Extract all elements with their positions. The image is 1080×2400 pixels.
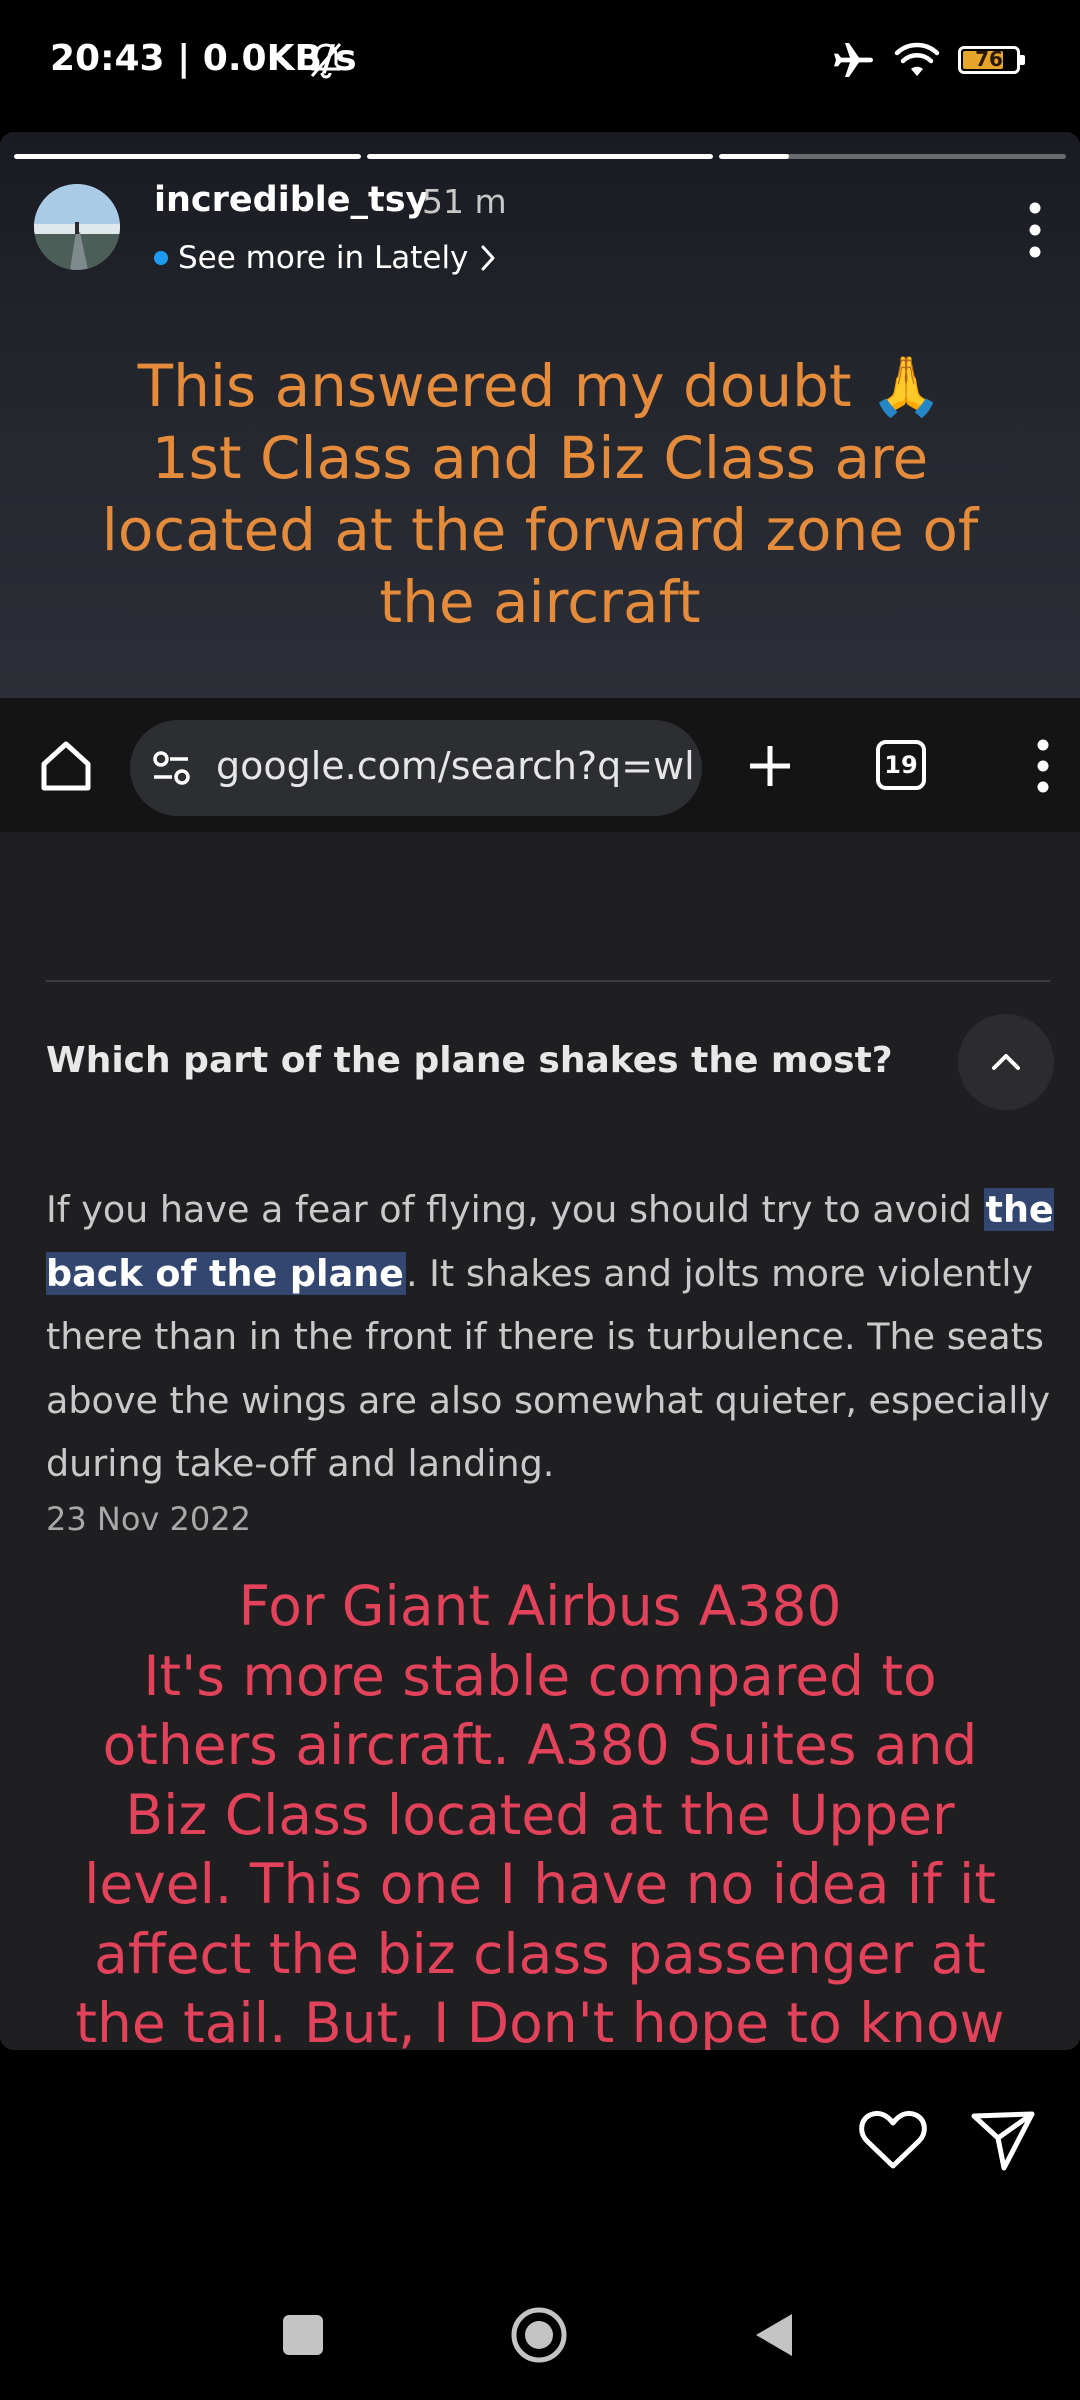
- unseen-dot: [154, 251, 168, 265]
- story-caption-top: This answered my doubt 🙏 1st Class and Bi…: [80, 350, 1000, 638]
- progress-fill: [719, 154, 789, 159]
- tab-count-icon: 19: [876, 740, 926, 790]
- battery-level: 76: [975, 47, 1003, 71]
- bell-off-icon: [310, 43, 342, 79]
- back-icon[interactable]: [752, 2310, 796, 2360]
- progress-fill: [366, 154, 714, 159]
- status-icons: 76: [832, 38, 1025, 82]
- browser-menu-icon: [1037, 739, 1049, 793]
- home-icon: [41, 741, 91, 791]
- story-progress: [14, 154, 1067, 159]
- site-settings-icon: [153, 751, 190, 785]
- caption-line: It's more stable compared to others airc…: [75, 1643, 1005, 2051]
- divider: [46, 980, 1050, 982]
- story-progress-segment: [366, 154, 714, 159]
- story-progress-segment: [719, 154, 1067, 159]
- caption-line: For Giant Airbus A380: [238, 1574, 842, 1638]
- story-header-area: incredible_tsy 51 m See more in Lately T…: [0, 132, 1080, 698]
- story-username[interactable]: incredible_tsy: [154, 180, 428, 220]
- story-card[interactable]: incredible_tsy 51 m See more in Lately T…: [0, 132, 1080, 2050]
- avatar-image: [34, 184, 120, 270]
- story-caption-bottom: For Giant Airbus A380 It's more stable co…: [60, 1572, 1020, 2050]
- status-bar: 20:43 | 0.0KB/s 76: [0, 0, 1080, 124]
- new-tab-icon: [750, 746, 790, 786]
- url-text: google.com/search?q=wl: [216, 744, 695, 788]
- recents-icon[interactable]: [283, 2315, 323, 2355]
- progress-fill: [14, 154, 361, 159]
- story-time-ago: 51 m: [422, 182, 507, 221]
- see-more-link[interactable]: See more in Lately: [154, 236, 498, 280]
- home-button-icon[interactable]: [510, 2306, 568, 2364]
- answer-text-before: If you have a fear of flying, you should…: [46, 1188, 984, 1231]
- search-result: Which part of the plane shakes the most?…: [0, 832, 1080, 2050]
- chevron-up-icon: [992, 1054, 1020, 1070]
- send-icon[interactable]: [970, 2108, 1036, 2172]
- battery-icon: 76: [958, 46, 1025, 74]
- avatar[interactable]: [34, 184, 120, 270]
- story-progress-segment: [14, 154, 361, 159]
- airplane-icon: [834, 43, 873, 77]
- heart-icon[interactable]: [858, 2108, 928, 2172]
- browser-toolbar: google.com/search?q=wl 19: [0, 698, 1080, 834]
- wifi-icon: [894, 42, 940, 76]
- address-bar: google.com/search?q=wl: [130, 720, 702, 816]
- caption-line: This answered my doubt 🙏: [137, 352, 943, 420]
- answer-text: If you have a fear of flying, you should…: [46, 1178, 1056, 1496]
- caption-line: 1st Class and Biz Class are located at t…: [101, 424, 979, 636]
- question-heading: Which part of the plane shakes the most?: [46, 1040, 893, 1081]
- see-more-label: See more in Lately: [178, 240, 469, 276]
- answer-date: 23 Nov 2022: [46, 1500, 251, 1538]
- collapse-button: [958, 1014, 1054, 1110]
- chevron-right-icon: [481, 245, 495, 271]
- battery-nub: [1020, 55, 1025, 65]
- more-options-icon[interactable]: [1028, 200, 1042, 260]
